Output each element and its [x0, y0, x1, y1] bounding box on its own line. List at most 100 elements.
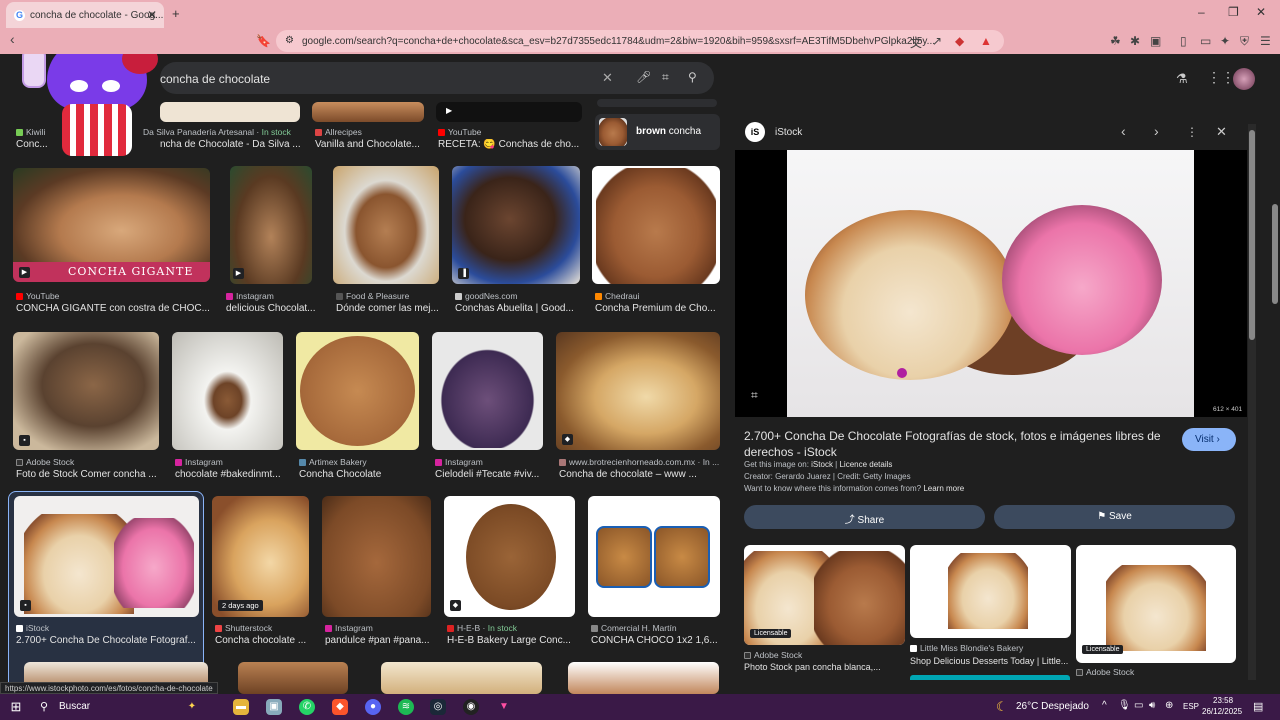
notifications-icon[interactable]: ▤: [1253, 700, 1263, 713]
close-panel-icon[interactable]: ✕: [1216, 124, 1227, 140]
vpn-icon[interactable]: ⛨: [1240, 34, 1249, 49]
taskbar-search-label[interactable]: Buscar: [59, 701, 90, 712]
result-image[interactable]: [432, 332, 543, 450]
file-explorer-icon[interactable]: ▬: [233, 699, 249, 715]
translate-icon[interactable]: 文: [910, 34, 922, 51]
result-image[interactable]: [568, 662, 719, 694]
weather-text[interactable]: 26°C Despejado: [1016, 701, 1089, 712]
result-image[interactable]: ◆: [444, 496, 575, 617]
preview-image[interactable]: [787, 150, 1194, 417]
search-box[interactable]: concha de chocolate ✕ 🎤︎ ⌗ ⚲: [160, 62, 714, 94]
result-title[interactable]: chocolate #bakedinmt...: [175, 469, 283, 480]
site-info-icon[interactable]: ⚙: [285, 35, 294, 46]
result-image[interactable]: [333, 166, 439, 284]
search-input[interactable]: concha de chocolate: [160, 72, 270, 86]
wallet-icon[interactable]: ▭: [1200, 34, 1211, 48]
result-title[interactable]: pandulce #pan #pana...: [325, 635, 433, 646]
volume-icon[interactable]: 🔊︎: [1149, 700, 1155, 711]
result-image[interactable]: ◆: [556, 332, 720, 450]
mic-icon[interactable]: 🎤︎: [636, 70, 651, 84]
lens-icon[interactable]: ⌗: [662, 70, 669, 85]
app-window-icon[interactable]: ▣: [266, 699, 282, 715]
network-icon[interactable]: ⊕: [1165, 700, 1173, 711]
copilot-sparkle-icon[interactable]: ✦: [184, 699, 200, 715]
more-options-icon[interactable]: ⋮: [1186, 125, 1198, 139]
related-image[interactable]: [910, 545, 1071, 638]
minimize-icon[interactable]: –: [1198, 5, 1205, 19]
back-icon[interactable]: ‹: [10, 31, 15, 47]
result-title[interactable]: ncha de Chocolate - Da Silva ...: [160, 139, 300, 150]
related-image[interactable]: [910, 675, 1070, 680]
result-title[interactable]: Concha de chocolate – www ...: [559, 469, 720, 480]
close-window-icon[interactable]: ✕: [1256, 5, 1266, 19]
previous-icon[interactable]: ‹: [1121, 123, 1126, 139]
page-scrollbar-thumb[interactable]: [1272, 204, 1278, 304]
panel-scrollbar[interactable]: [1248, 124, 1256, 680]
new-tab-icon[interactable]: +: [172, 6, 180, 21]
result-image[interactable]: [160, 102, 300, 122]
account-avatar[interactable]: [1233, 68, 1255, 90]
extension-box-icon[interactable]: ▣: [1150, 34, 1161, 48]
sidebar-icon[interactable]: ▯: [1180, 34, 1187, 48]
language-indicator[interactable]: ESP: [1183, 702, 1199, 711]
result-title[interactable]: Concha Premium de Cho...: [595, 303, 720, 314]
result-image[interactable]: ▶: [436, 102, 582, 122]
maximize-icon[interactable]: ❐: [1228, 5, 1239, 19]
vtube-icon[interactable]: ▼: [496, 699, 512, 715]
browser-tab[interactable]: G concha de chocolate - Goog... ✕: [6, 2, 164, 28]
panel-site-name[interactable]: iStock: [775, 127, 802, 138]
brave-shield-icon[interactable]: ◆: [955, 34, 964, 48]
result-image[interactable]: [322, 496, 431, 617]
result-image[interactable]: ▪: [14, 496, 199, 617]
result-title[interactable]: delicious Chocolat...: [226, 303, 318, 314]
extension-leaf-icon[interactable]: ☘: [1110, 34, 1121, 48]
mic-tray-icon[interactable]: 🎙︎: [1118, 700, 1131, 711]
panel-title[interactable]: 2.700+ Concha De Chocolate Fotografías d…: [744, 428, 1174, 460]
extensions-icon[interactable]: ✱: [1130, 34, 1140, 48]
result-image[interactable]: [296, 332, 419, 450]
result-image[interactable]: [597, 99, 717, 107]
obs-icon[interactable]: ◉: [463, 699, 479, 715]
learn-more-link[interactable]: Learn more: [923, 484, 964, 493]
extension-puzzle-icon[interactable]: ✦: [1220, 34, 1230, 48]
result-image[interactable]: CONCHA GIGANTE ▶: [13, 168, 210, 282]
spotify-icon[interactable]: ≋: [398, 699, 414, 715]
result-title[interactable]: Foto de Stock Comer concha ...: [16, 469, 161, 480]
url-field[interactable]: ⚙ google.com/search?q=concha+de+chocolat…: [276, 30, 1004, 52]
panel-scrollbar-thumb[interactable]: [1249, 130, 1255, 340]
whatsapp-icon[interactable]: ✆: [299, 699, 315, 715]
result-image[interactable]: 2 days ago: [212, 496, 309, 617]
page-scrollbar[interactable]: [1270, 54, 1280, 694]
result-image[interactable]: ▪: [13, 332, 159, 450]
result-title[interactable]: Vanilla and Chocolate...: [315, 139, 430, 150]
apps-grid-icon[interactable]: ⋮⋮: [1207, 69, 1235, 86]
result-image[interactable]: [312, 102, 424, 122]
bookmark-icon[interactable]: 🔖: [256, 34, 271, 48]
related-title[interactable]: Photo Stock pan concha blanca,...: [744, 662, 904, 672]
related-image[interactable]: Licensable: [744, 545, 905, 645]
taskbar-search-icon[interactable]: ⚲: [40, 700, 48, 713]
result-image[interactable]: [172, 332, 283, 450]
next-icon[interactable]: ›: [1154, 123, 1159, 139]
result-title[interactable]: 2.700+ Concha De Chocolate Fotograf...: [16, 635, 196, 646]
clock-date[interactable]: 26/12/2025: [1202, 707, 1242, 716]
licence-link[interactable]: Licence details: [839, 460, 892, 469]
visit-button[interactable]: Visit ›: [1182, 428, 1236, 451]
windows-start-icon[interactable]: ⊞: [8, 699, 24, 715]
save-button[interactable]: ⚑ Save: [994, 505, 1235, 529]
result-image[interactable]: [381, 662, 542, 694]
search-icon[interactable]: ⚲: [688, 70, 697, 84]
result-title[interactable]: Concha Chocolate: [299, 469, 419, 480]
close-tab-icon[interactable]: ✕: [147, 8, 157, 22]
discord-icon[interactable]: ●: [365, 699, 381, 715]
brave-rewards-icon[interactable]: ▲: [980, 34, 992, 48]
brave-browser-icon[interactable]: ◆: [332, 699, 348, 715]
tray-chevron-icon[interactable]: ^: [1102, 700, 1107, 711]
result-title[interactable]: Cielodeli #Tecate #viv...: [435, 469, 545, 480]
share-button[interactable]: ⤴ Share: [744, 505, 985, 529]
clock-time[interactable]: 23:58: [1213, 696, 1233, 705]
menu-icon[interactable]: ☰: [1260, 34, 1271, 48]
result-title[interactable]: CONCHA CHOCO 1x2 1,6...: [591, 635, 721, 646]
result-image[interactable]: ▶: [230, 166, 312, 284]
result-title[interactable]: Concha chocolate ...: [215, 635, 310, 646]
